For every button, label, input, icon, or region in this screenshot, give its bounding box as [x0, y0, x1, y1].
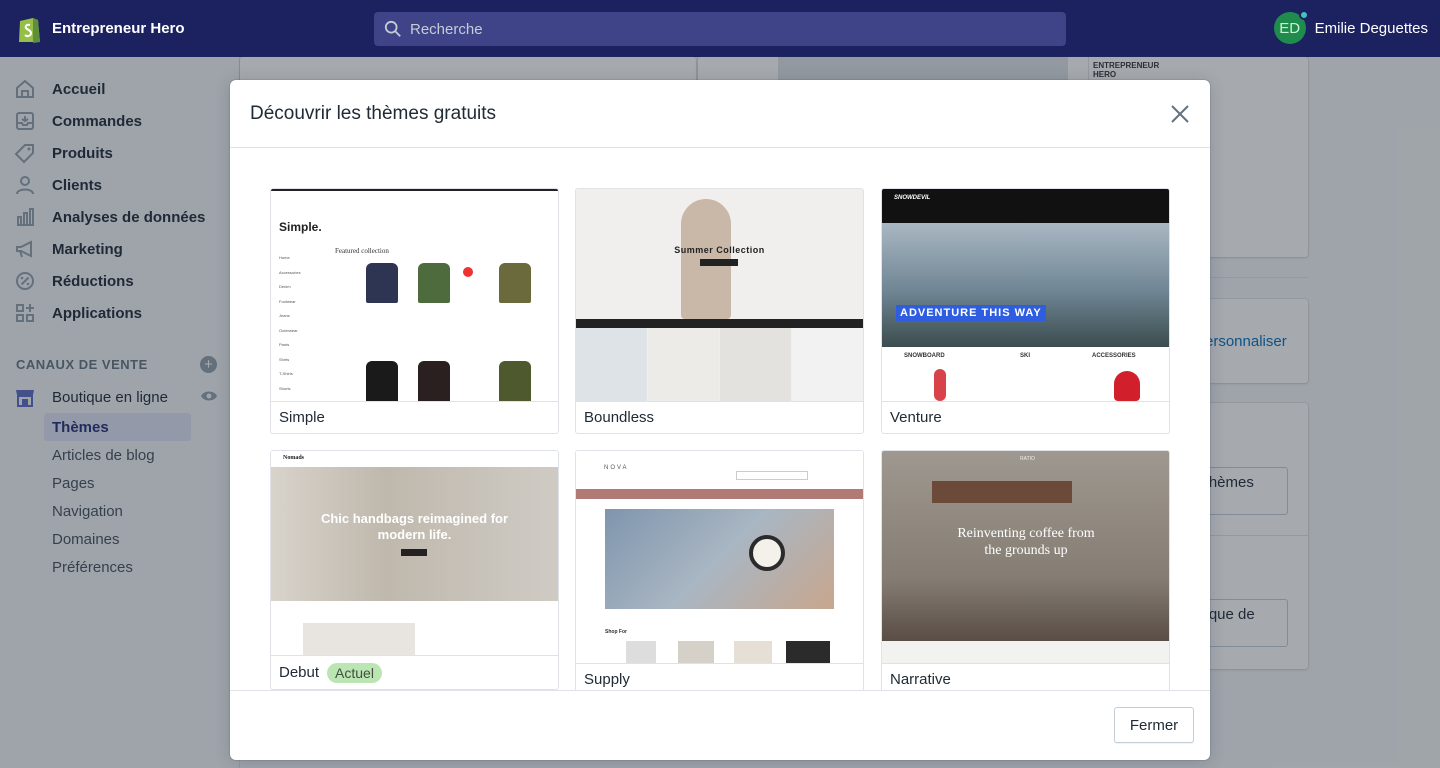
product-image — [626, 641, 656, 663]
thumb-heading: Reinventing coffee from the grounds up — [957, 526, 1095, 558]
product-image — [366, 263, 398, 303]
theme-name: Venture — [882, 401, 1169, 433]
theme-name: Simple — [271, 401, 558, 433]
search-input[interactable] — [410, 20, 1010, 38]
shopify-logo-icon — [19, 17, 40, 43]
thumb-nav-item: Outerwear — [279, 327, 298, 333]
search-icon — [384, 20, 401, 37]
thumb-nav-item: T-Shirts — [279, 371, 293, 376]
category-label: ACCESSORIES — [1092, 353, 1136, 359]
thumb-nav: Home Accessories Denim Footwear Jeans Ou… — [279, 251, 327, 396]
notification-dot — [1298, 10, 1309, 20]
close-button[interactable]: Fermer — [1114, 707, 1194, 743]
modal-title: Découvrir les thèmes gratuits — [250, 102, 497, 124]
sale-badge — [463, 267, 473, 277]
search-bar[interactable] — [374, 12, 1066, 46]
theme-name-label: Boundless — [584, 409, 655, 426]
product-image — [734, 641, 772, 663]
thumb-search — [736, 471, 808, 480]
thumb-footer — [882, 641, 1169, 663]
thumb-nav-item: Shorts — [279, 385, 291, 391]
thumb-header: SNOWDEVIL — [882, 189, 1169, 223]
category-strip: SNOWBOARD SKI ACCESSORIES — [894, 347, 1156, 401]
thumb-nav-item: Pants — [279, 342, 290, 347]
theme-thumbnail: RATIO Reinventing coffee from the ground… — [882, 451, 1169, 663]
theme-name: Narrative — [882, 663, 1169, 690]
theme-thumbnail: Summer Collection — [576, 189, 863, 401]
thumb-nav-bar — [576, 489, 863, 499]
category-label: SKI — [1020, 353, 1031, 359]
modal-header: Découvrir les thèmes gratuits — [230, 80, 1210, 148]
theme-name-label: Supply — [584, 671, 630, 688]
hero-mountain-image — [882, 223, 1169, 347]
current-theme-badge: Actuel — [327, 662, 382, 683]
modal-footer: Fermer — [230, 690, 1210, 760]
top-bar: Entrepreneur Hero ED Emilie Deguettes — [0, 0, 1440, 57]
product-image — [792, 328, 863, 401]
theme-name: Supply — [576, 663, 863, 690]
product-image — [418, 263, 450, 303]
thumb-nav-item: Shirts — [279, 356, 290, 362]
thumb-logo: Nomads — [283, 455, 305, 461]
product-image — [499, 263, 531, 303]
thumb-logo: SNOWDEVIL — [894, 195, 931, 201]
theme-thumbnail: Nomads Chic handbags reimagined for mode… — [271, 451, 558, 655]
theme-card-venture[interactable]: SNOWDEVIL ADVENTURE THIS WAY SNOWBOARD S… — [881, 188, 1170, 434]
theme-card-boundless[interactable]: Summer Collection Boundless — [575, 188, 864, 434]
theme-name-label: Debut — [279, 664, 320, 681]
thumb-banner: ADVENTURE THIS WAY — [896, 305, 1046, 321]
store-switcher[interactable]: Entrepreneur Hero — [16, 14, 356, 44]
product-image — [678, 641, 714, 663]
thumb-section-title: Shop For — [605, 629, 627, 635]
theme-thumbnail: SNOWDEVIL ADVENTURE THIS WAY SNOWBOARD S… — [882, 189, 1169, 401]
avatar-initials: ED — [1279, 19, 1301, 37]
thumb-nav-bar — [576, 319, 863, 328]
category-label: SNOWBOARD — [904, 353, 945, 359]
theme-name-label: Narrative — [890, 671, 951, 688]
thumb-heading: Summer Collection — [674, 245, 765, 255]
theme-name: Debut Actuel — [271, 655, 558, 689]
coffee-machine-image — [932, 481, 1072, 503]
user-menu[interactable]: ED Emilie Deguettes — [1273, 10, 1428, 44]
theme-name-label: Simple — [279, 409, 325, 426]
thumb-nav-item: Jeans — [279, 313, 290, 318]
product-image — [934, 369, 946, 401]
watch-face — [749, 535, 785, 571]
close-icon[interactable] — [1168, 102, 1192, 126]
theme-name-label: Venture — [890, 409, 942, 426]
thumb-nav-item: Denim — [279, 284, 291, 289]
product-image — [418, 361, 450, 401]
theme-thumbnail: NOVA Shop For — [576, 451, 863, 663]
thumb-heading: Featured collection — [335, 247, 389, 255]
product-image — [366, 361, 398, 401]
thumb-logo: NOVA — [604, 465, 629, 471]
user-name: Emilie Deguettes — [1314, 19, 1428, 37]
free-themes-modal: Découvrir les thèmes gratuits Simple. Fe… — [230, 80, 1210, 760]
product-image — [499, 361, 531, 401]
product-image — [786, 641, 830, 663]
product-image — [720, 328, 791, 401]
theme-grid: Simple. Featured collection Home Accesso… — [230, 149, 1210, 690]
thumb-cta — [401, 549, 427, 556]
product-image — [648, 328, 719, 401]
thumb-logo: Simple. — [279, 220, 322, 234]
avatar: ED — [1273, 10, 1309, 44]
hero-watch-image — [605, 509, 834, 609]
theme-card-narrative[interactable]: RATIO Reinventing coffee from the ground… — [881, 450, 1170, 690]
theme-name: Boundless — [576, 401, 863, 433]
store-name: Entrepreneur Hero — [52, 20, 185, 37]
theme-card-supply[interactable]: NOVA Shop For Supply — [575, 450, 864, 690]
thumb-heading: Chic handbags reimagined for modern life… — [320, 511, 509, 542]
thumb-nav-item: Footwear — [279, 298, 296, 304]
product-image — [576, 328, 647, 401]
thumb-nav-item: Accessories — [279, 269, 301, 275]
product-image — [1114, 371, 1140, 401]
thumb-nav-item: Home — [279, 255, 290, 260]
product-image — [303, 623, 415, 655]
theme-card-simple[interactable]: Simple. Featured collection Home Accesso… — [270, 188, 559, 434]
theme-thumbnail: Simple. Featured collection Home Accesso… — [271, 189, 558, 401]
thumb-cta — [700, 259, 738, 266]
theme-card-debut[interactable]: Nomads Chic handbags reimagined for mode… — [270, 450, 559, 690]
thumb-logo: RATIO — [1020, 456, 1035, 462]
